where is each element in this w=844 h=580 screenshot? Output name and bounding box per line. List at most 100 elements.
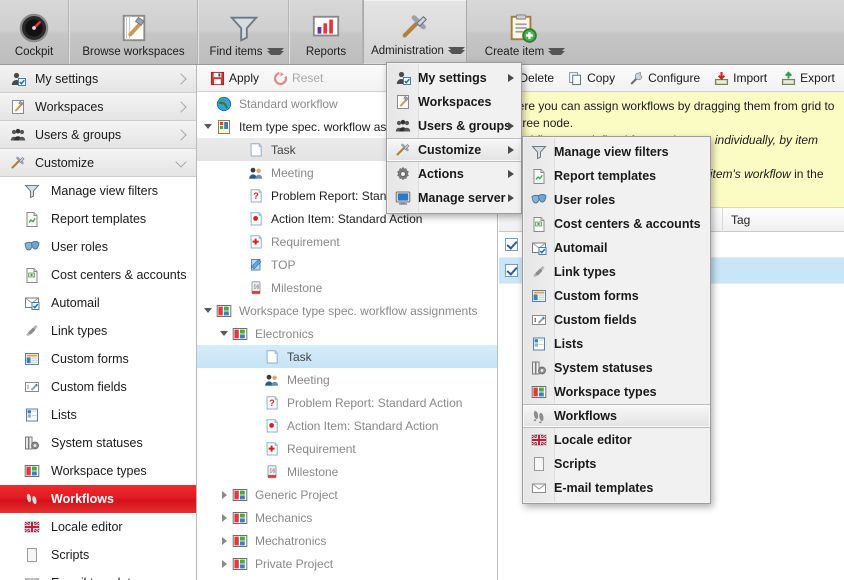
tree-expander-collapsed[interactable] xyxy=(217,490,231,499)
menu-item-custom-fields[interactable]: I Custom fields xyxy=(523,308,710,332)
menu-item-custom-forms[interactable]: Custom forms xyxy=(523,284,710,308)
sidebar-group-workspaces[interactable]: Workspaces xyxy=(0,93,196,121)
tree-node[interactable]: Generic Project xyxy=(197,483,497,506)
sidebar-item-custom-forms[interactable]: Custom forms xyxy=(0,345,196,373)
menu-item-users-groups[interactable]: Users & groups xyxy=(387,114,521,138)
hammer-wrench-icon xyxy=(387,142,418,158)
menu-item-manage-view-filters[interactable]: Manage view filters xyxy=(523,140,710,164)
copy-icon xyxy=(568,71,583,86)
toolbar-import-button[interactable]: Import xyxy=(707,67,774,90)
sidebar-item-label: Link types xyxy=(51,324,108,338)
menu-item-label: Manage view filters xyxy=(554,145,669,159)
sidebar-group-users-groups[interactable]: Users & groups xyxy=(0,121,196,149)
automail-icon xyxy=(523,240,554,256)
sidebar-item-custom-fields[interactable]: I Custom fields xyxy=(0,373,196,401)
report-icon xyxy=(23,210,41,228)
menu-item-link-types[interactable]: Link types xyxy=(523,260,710,284)
menu-item-scripts[interactable]: Scripts xyxy=(523,452,710,476)
ribbon-tab-find-items[interactable]: Find items xyxy=(198,0,289,64)
sidebar-group-my-settings[interactable]: My settings xyxy=(0,65,196,93)
workspace-types-icon xyxy=(23,462,41,480)
tree-expander-collapsed[interactable] xyxy=(217,559,231,568)
toolbar-copy-button[interactable]: Copy xyxy=(561,67,622,90)
ribbon-tab-reports[interactable]: Reports xyxy=(289,0,363,64)
sidebar-item-scripts[interactable]: Scripts xyxy=(0,541,196,569)
menu-item-actions[interactable]: Actions xyxy=(387,162,521,186)
tree-expander-collapsed[interactable] xyxy=(217,513,231,522)
sidebar-item-label: Cost centers & accounts xyxy=(51,268,187,282)
menu-item-my-settings[interactable]: My settings xyxy=(387,66,521,90)
menu-item-label: Users & groups xyxy=(418,119,512,133)
sidebar-item-system-statuses[interactable]: System statuses xyxy=(0,429,196,457)
sidebar-group-label: Workspaces xyxy=(35,99,104,114)
monitor-icon xyxy=(387,190,418,206)
tree-node[interactable]: Private Project xyxy=(197,552,497,575)
script-icon xyxy=(523,456,554,472)
tree-node[interactable]: Mechatronics xyxy=(197,529,497,552)
ribbon-tab-browse-workspaces[interactable]: Browse workspaces xyxy=(69,0,198,64)
menu-item-customize[interactable]: Customize xyxy=(387,138,521,162)
tree-expander-expanded[interactable] xyxy=(201,308,215,313)
tree-node[interactable]: 16 Milestone xyxy=(197,276,497,299)
sidebar-item-cost-centers-accounts[interactable]: Cost centers & accounts xyxy=(0,261,196,289)
sidebar-item-automail[interactable]: Automail xyxy=(0,289,196,317)
sidebar-item-lists[interactable]: Lists xyxy=(0,401,196,429)
sidebar-item-e-mail-templates[interactable]: E-mail templates xyxy=(0,569,196,580)
workspace-types-icon xyxy=(231,486,249,504)
ribbon-tab-administration[interactable]: Administration xyxy=(363,0,467,64)
tree-node[interactable]: Workspace type spec. workflow assignment… xyxy=(197,299,497,322)
tree-node[interactable]: 16 Milestone xyxy=(197,460,497,483)
sidebar-item-manage-view-filters[interactable]: Manage view filters xyxy=(0,177,196,205)
menu-item-cost-centers-accounts[interactable]: Cost centers & accounts xyxy=(523,212,710,236)
tree-node[interactable]: Action Item: Standard Action xyxy=(197,414,497,437)
tree-node[interactable]: Meeting xyxy=(197,368,497,391)
sidebar-item-locale-editor[interactable]: Locale editor xyxy=(0,513,196,541)
menu-item-system-statuses[interactable]: System statuses xyxy=(523,356,710,380)
sidebar-item-workspace-types[interactable]: Workspace types xyxy=(0,457,196,485)
tree-node[interactable]: ? Problem Report: Standard Action xyxy=(197,391,497,414)
grid-col-tag: Tag xyxy=(731,212,751,227)
notebook-hammer-icon xyxy=(119,10,149,46)
menu-item-manage-server[interactable]: Manage server xyxy=(387,186,521,210)
menu-item-automail[interactable]: Automail xyxy=(523,236,710,260)
toolbar-export-button[interactable]: Export xyxy=(774,67,842,90)
tree-expander-expanded[interactable] xyxy=(217,331,231,336)
ribbon-tab-cockpit[interactable]: Cockpit xyxy=(0,0,69,64)
ribbon-tab-label: Find items xyxy=(209,46,263,58)
sidebar-group-customize[interactable]: Customize xyxy=(0,149,196,177)
administration-menu[interactable]: My settings Workspaces Users & groups Custo… xyxy=(386,62,522,214)
tree-node[interactable]: Requirement xyxy=(197,437,497,460)
sidebar-item-user-roles[interactable]: User roles xyxy=(0,233,196,261)
sidebar-item-label: Scripts xyxy=(51,548,90,562)
menu-item-user-roles[interactable]: User roles xyxy=(523,188,710,212)
toolbar-reset-button[interactable]: Reset xyxy=(266,67,330,90)
form-icon xyxy=(523,288,554,304)
menu-item-report-templates[interactable]: Report templates xyxy=(523,164,710,188)
menu-item-workspace-types[interactable]: Workspace types xyxy=(523,380,710,404)
menu-item-workflows[interactable]: Workflows xyxy=(523,404,710,428)
tree-node[interactable]: Electronics xyxy=(197,322,497,345)
menu-item-label: Report templates xyxy=(554,169,657,183)
ribbon-tab-create-item[interactable]: Create item xyxy=(467,0,577,64)
workspace-types-icon xyxy=(215,302,233,320)
sidebar-item-workflows[interactable]: Workflows xyxy=(0,485,196,513)
tree-node[interactable]: Task xyxy=(197,345,497,368)
tree-expander-expanded[interactable] xyxy=(201,124,215,129)
sidebar-item-report-templates[interactable]: Report templates xyxy=(0,205,196,233)
menu-item-locale-editor[interactable]: Locale editor xyxy=(523,428,710,452)
menu-item-lists[interactable]: Lists xyxy=(523,332,710,356)
menu-item-label: E-mail templates xyxy=(554,481,654,495)
toolbar-configure-button[interactable]: Configure xyxy=(622,67,707,90)
tree-expander-collapsed[interactable] xyxy=(217,536,231,545)
menu-item-e-mail-templates[interactable]: E-mail templates xyxy=(523,476,710,500)
menu-item-label: Actions xyxy=(418,167,464,181)
chain-icon xyxy=(23,322,41,340)
tree-node[interactable]: TOP xyxy=(197,253,497,276)
customize-submenu[interactable]: Manage view filters Report templates User … xyxy=(522,136,711,504)
toolbar-apply-button[interactable]: Apply xyxy=(203,67,266,90)
menu-item-workspaces[interactable]: Workspaces xyxy=(387,90,521,114)
tree-node[interactable]: Requirement xyxy=(197,230,497,253)
toolbar-button-label: Copy xyxy=(587,71,616,85)
tree-node[interactable]: Mechanics xyxy=(197,506,497,529)
sidebar-item-link-types[interactable]: Link types xyxy=(0,317,196,345)
